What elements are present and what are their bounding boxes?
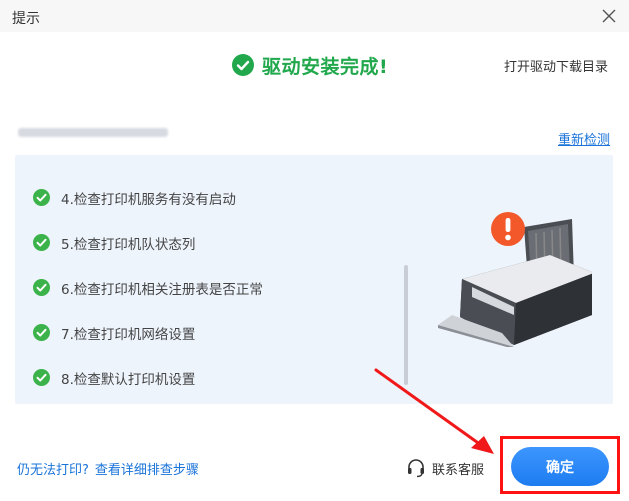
list-item: 8.检查默认打印机设置 xyxy=(33,355,263,400)
confirm-button[interactable]: 确定 xyxy=(511,447,609,486)
check-list: 4.检查打印机服务有没有启动 5.检查打印机队状态列 6.检查打印机相关注册表是… xyxy=(33,175,263,400)
recheck-link[interactable]: 重新检测 xyxy=(558,129,610,148)
check-circle-icon xyxy=(33,279,50,296)
check-circle-icon xyxy=(33,189,50,206)
status-header: 驱动安装完成! xyxy=(232,51,388,79)
list-item: 5.检查打印机队状态列 xyxy=(33,220,263,265)
help-question-text: 仍无法打印? xyxy=(17,463,89,478)
support-label: 联系客服 xyxy=(432,462,485,478)
list-item: 4.检查打印机服务有没有启动 xyxy=(33,175,263,220)
close-icon[interactable] xyxy=(597,4,621,28)
check-circle-icon xyxy=(33,324,50,341)
printer-warning-icon xyxy=(438,212,592,347)
status-text: 驱动安装完成! xyxy=(262,55,389,78)
list-item-label: 8.检查默认打印机设置 xyxy=(61,371,196,388)
check-circle-icon xyxy=(33,369,50,386)
headset-icon xyxy=(408,459,424,478)
open-folder-link[interactable]: 打开驱动下载目录 xyxy=(504,56,608,75)
blurred-status-text xyxy=(18,125,168,139)
check-circle-icon xyxy=(33,234,50,251)
contact-support-button[interactable]: 联系客服 xyxy=(406,458,484,478)
list-item: 6.检查打印机相关注册表是否正常 xyxy=(33,265,263,310)
list-item: 7.检查打印机网络设置 xyxy=(33,310,263,355)
arrow-annotation xyxy=(374,368,494,454)
check-panel: 4.检查打印机服务有没有启动 5.检查打印机队状态列 6.检查打印机相关注册表是… xyxy=(15,155,613,404)
list-item-label: 4.检查打印机服务有没有启动 xyxy=(61,191,236,208)
scrollbar[interactable] xyxy=(404,265,408,385)
list-item-label: 7.检查打印机网络设置 xyxy=(61,326,196,343)
title-bar: 提示 xyxy=(0,0,629,32)
window-title: 提示 xyxy=(12,11,40,27)
list-item-label: 6.检查打印机相关注册表是否正常 xyxy=(61,281,263,298)
help-link[interactable]: 仍无法打印? 查看详细排查步骤 xyxy=(17,459,205,478)
list-item-label: 5.检查打印机队状态列 xyxy=(61,236,196,253)
check-circle-icon xyxy=(232,54,254,76)
troubleshoot-link[interactable]: 查看详细排查步骤 xyxy=(95,463,199,478)
